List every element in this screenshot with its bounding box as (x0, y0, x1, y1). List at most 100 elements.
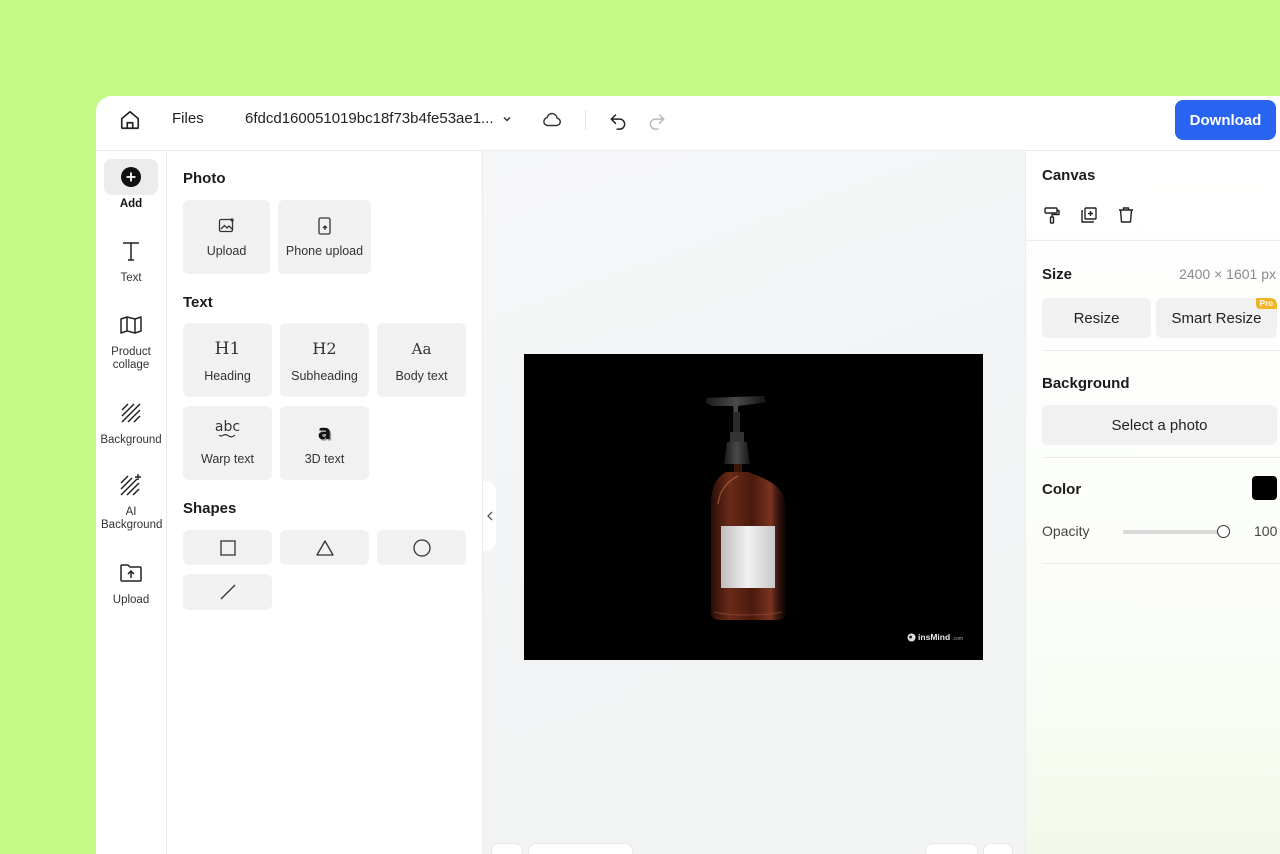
3d-text-tile[interactable]: a 3D text (280, 406, 369, 480)
toolbar-divider (585, 110, 586, 130)
watermark-text: insMind (918, 632, 951, 642)
format-painter-button[interactable] (1042, 205, 1062, 225)
pro-badge: Pro (1255, 298, 1277, 309)
heading-glyph: H1 (214, 338, 241, 359)
help-button[interactable] (983, 843, 1013, 854)
duplicate-button[interactable] (1079, 205, 1099, 225)
paint-roller-icon (1044, 207, 1060, 224)
undo-icon (610, 114, 626, 130)
filename-dropdown[interactable] (498, 109, 516, 129)
chevron-left-icon (486, 511, 492, 521)
tile-label: Upload (206, 243, 247, 258)
files-link[interactable]: Files (172, 110, 204, 127)
opacity-label: Opacity (1042, 523, 1090, 539)
warp-text-glyph: abc (214, 418, 241, 443)
warp-glyph-text: abc (214, 418, 241, 435)
rail-icon-bg (104, 555, 158, 591)
body-text-tile[interactable]: Aa Body text (377, 323, 466, 397)
rail-item-product-collage[interactable]: Product collage (96, 307, 166, 372)
rail-icon-bg (104, 159, 158, 195)
warp-text-tile[interactable]: abc Warp text (183, 406, 272, 480)
color-swatch[interactable] (1252, 476, 1277, 500)
line-icon (220, 584, 235, 600)
rail-item-text[interactable]: Text (96, 233, 166, 285)
tile-label: 3D text (304, 451, 345, 466)
rail-label: Product collage (111, 346, 151, 371)
heading-tile[interactable]: H1 Heading (183, 323, 272, 397)
circle-icon (412, 538, 431, 557)
properties-panel: Canvas Size 2400 × 1601 px Resize Smart … (1025, 151, 1280, 854)
layers-button[interactable] (491, 843, 523, 854)
phone-upload-icon (317, 216, 331, 235)
tile-label: Subheading (291, 368, 358, 383)
opacity-slider-thumb[interactable] (1217, 525, 1230, 538)
tile-label: Body text (395, 368, 448, 383)
smart-resize-label: Smart Resize (1171, 309, 1262, 327)
canvas-area: insMind .com (483, 151, 1025, 854)
cloud-icon (543, 112, 561, 127)
home-button[interactable] (118, 108, 142, 132)
background-title: Background (1042, 375, 1130, 392)
redo-button[interactable] (645, 108, 669, 132)
folder-upload-icon (120, 564, 142, 582)
hatch-icon (121, 403, 141, 423)
rail-icon-bg (104, 307, 158, 343)
line-shape-tile[interactable] (183, 574, 272, 610)
book-open-icon (120, 316, 142, 334)
rail-label: Background (100, 434, 162, 446)
collapse-panel-button[interactable] (483, 481, 496, 551)
top-bar: Files 6fdcd160051019bc18f73b4fe53ae1... … (96, 96, 1280, 151)
opacity-value: 100 (1254, 523, 1278, 539)
rail-item-ai-background[interactable]: AI Background (96, 467, 166, 532)
phone-upload-tile[interactable]: Phone upload (278, 200, 371, 274)
zoom-control[interactable] (528, 843, 633, 854)
tile-label: Warp text (200, 451, 255, 466)
product-bottle-image[interactable] (524, 354, 983, 660)
3d-text-glyph: a (317, 419, 332, 444)
upload-tile[interactable]: Upload (183, 200, 270, 274)
editor-window: Files 6fdcd160051019bc18f73b4fe53ae1... … (96, 96, 1280, 854)
watermark: insMind .com (907, 632, 963, 642)
delete-button[interactable] (1116, 205, 1136, 225)
smart-resize-button[interactable]: Smart Resize Pro (1156, 298, 1277, 338)
divider (1042, 350, 1280, 351)
triangle-icon (315, 539, 334, 556)
rail-icon-bg (104, 467, 158, 503)
watermark-suffix: .com (952, 635, 963, 642)
divider (1042, 457, 1280, 458)
divider (1026, 240, 1280, 241)
ai-hatch-icon (120, 474, 141, 496)
opacity-slider[interactable] (1123, 530, 1223, 534)
square-shape-tile[interactable] (183, 530, 272, 565)
undo-button[interactable] (606, 108, 630, 132)
3d-text-glyph-letter: a (317, 419, 332, 444)
wave-icon (219, 433, 236, 437)
download-button[interactable]: Download (1175, 100, 1276, 140)
rail-icon-bg (104, 395, 158, 431)
canvas-title: Canvas (1042, 167, 1096, 184)
body-text-glyph: Aa (411, 339, 432, 358)
artboard[interactable]: insMind .com (524, 354, 983, 660)
color-title: Color (1042, 481, 1082, 498)
chevron-down-icon (503, 116, 511, 122)
select-photo-button[interactable]: Select a photo (1042, 405, 1277, 445)
rail-item-add[interactable]: Add (96, 159, 166, 211)
resize-button[interactable]: Resize (1042, 298, 1151, 338)
photo-section-title: Photo (183, 170, 226, 187)
trash-icon (1119, 207, 1133, 223)
image-upload-icon (218, 217, 234, 232)
cloud-save-button[interactable] (540, 108, 564, 132)
rail-label: Text (120, 272, 142, 284)
fit-button[interactable] (925, 843, 978, 854)
rail-item-background[interactable]: Background (96, 395, 166, 447)
subheading-tile[interactable]: H2 Subheading (280, 323, 369, 397)
duplicate-icon (1081, 207, 1097, 223)
rail-label: Upload (112, 594, 150, 606)
rail-item-upload[interactable]: Upload (96, 555, 166, 607)
plus-circle-icon (121, 167, 141, 187)
rail-label: AI Background (101, 506, 163, 531)
add-panel: Photo Upload Phone upload Text H1 Headin… (167, 151, 483, 854)
triangle-shape-tile[interactable] (280, 530, 369, 565)
circle-shape-tile[interactable] (377, 530, 466, 565)
file-name[interactable]: 6fdcd160051019bc18f73b4fe53ae1... (245, 110, 494, 127)
